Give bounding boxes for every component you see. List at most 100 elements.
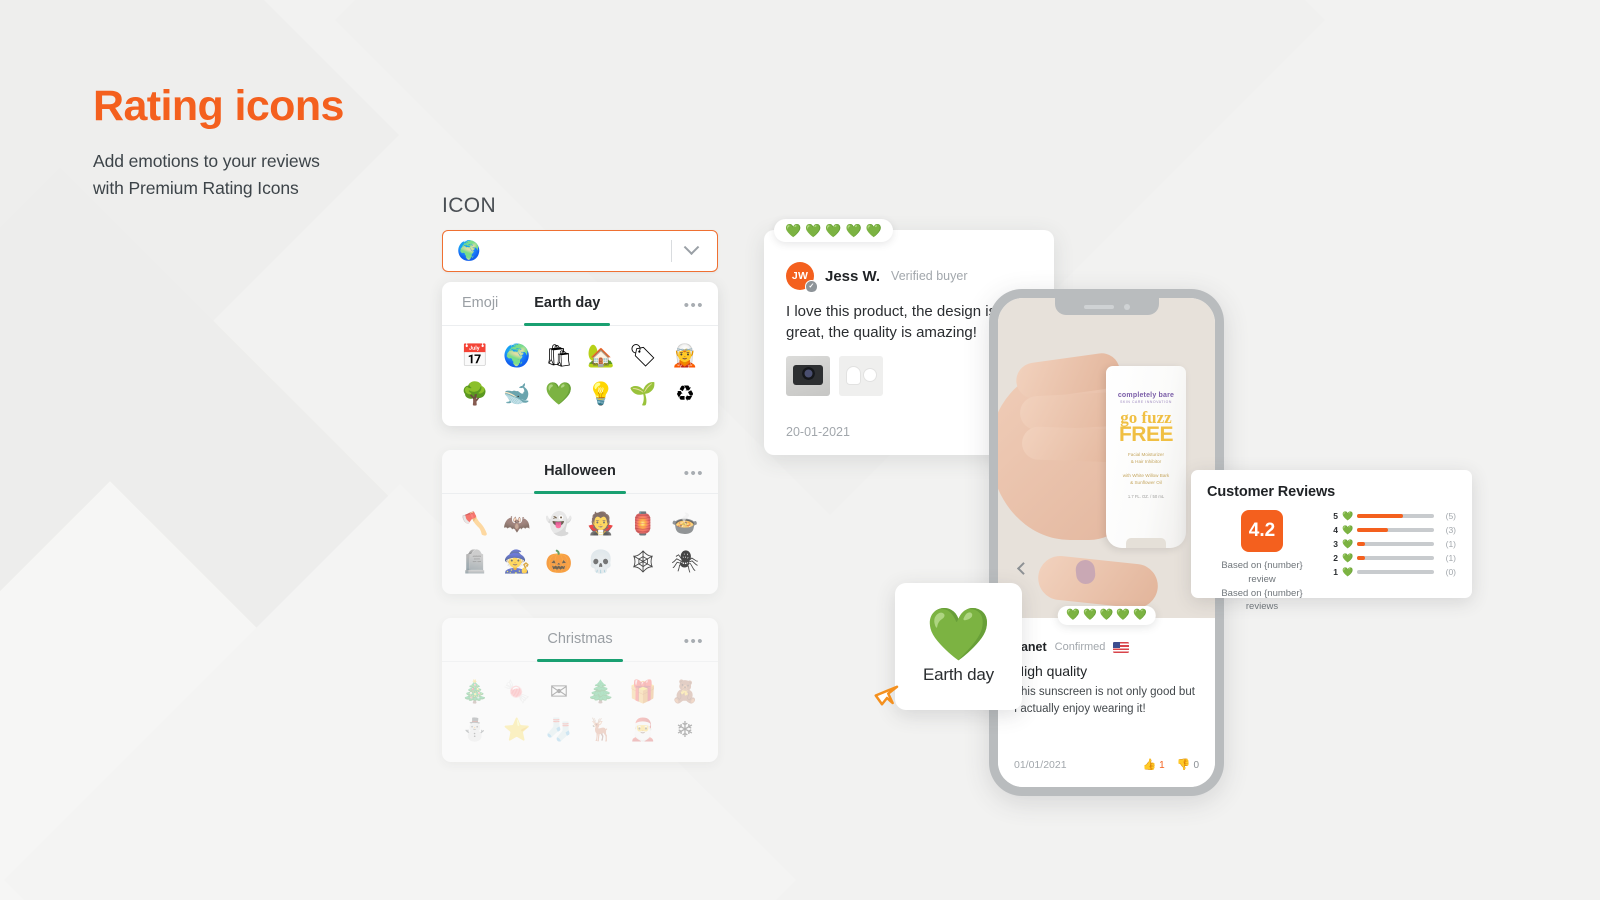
- like-count: 1: [1159, 759, 1165, 771]
- overflow-dots-icon[interactable]: •••: [684, 298, 704, 313]
- verified-shield-icon: ✓: [805, 280, 818, 293]
- customer-reviews-body: 4.2 Based on {number} review Based on {n…: [1207, 510, 1456, 614]
- earth-calendar-icon[interactable]: 📅: [454, 340, 496, 372]
- product-desc-line3: with White Willow Bark: [1122, 472, 1170, 478]
- tab-halloween[interactable]: Halloween: [526, 450, 634, 494]
- spider-icon[interactable]: 🕷: [664, 546, 706, 578]
- witch-hat-icon[interactable]: 🧙: [496, 546, 538, 578]
- rating-count: (3): [1445, 525, 1456, 535]
- gingerbread-man-icon[interactable]: 🧸: [664, 676, 706, 708]
- rating-row-2[interactable]: 2 💚 (1): [1331, 553, 1456, 563]
- pumpkin-icon[interactable]: 🎃: [538, 546, 580, 578]
- rating-icon-1[interactable]: 💚: [785, 224, 801, 237]
- phone-review-text: This sunscreen is not only good but I ac…: [1014, 686, 1195, 715]
- chevron-down-icon[interactable]: [683, 238, 700, 255]
- rating-icon-2[interactable]: 💚: [805, 224, 821, 237]
- rating-icon-3[interactable]: 💚: [825, 224, 841, 237]
- background-shape-b: [0, 167, 513, 900]
- christmas-envelope-icon[interactable]: ✉: [538, 676, 580, 708]
- nature-woman-icon[interactable]: 🧝: [664, 340, 706, 372]
- rating-bar-track: [1357, 542, 1434, 546]
- santa-icon[interactable]: 🎅: [622, 714, 664, 746]
- recycle-icon[interactable]: ♻: [664, 378, 706, 410]
- dislike-button[interactable]: 👎 0: [1177, 759, 1199, 771]
- overflow-dots-icon[interactable]: •••: [684, 466, 704, 481]
- hands-holding-earth-icon[interactable]: 🌍: [496, 340, 538, 372]
- rating-row-1[interactable]: 1 💚 (0): [1331, 567, 1456, 577]
- rating-icon-1[interactable]: 💚: [1066, 610, 1080, 621]
- verified-buyer-label: Verified buyer: [891, 269, 968, 283]
- ghost-icon[interactable]: 👻: [538, 508, 580, 540]
- snowman-icon[interactable]: ⛄: [454, 714, 496, 746]
- eco-tag-icon[interactable]: 🏷: [622, 340, 664, 372]
- page-title: Rating icons: [93, 82, 344, 130]
- christmas-tree-icon[interactable]: 🌲: [580, 676, 622, 708]
- icon-panel-earth-day[interactable]: Emoji Earth day ••• 📅 🌍 🛍 🏡 🏷 🧝 🌳 🐋 💚 💡 …: [442, 282, 718, 426]
- rating-icon-2[interactable]: 💚: [1083, 610, 1097, 621]
- front-camera-icon: [1123, 303, 1130, 310]
- tombstone-icon[interactable]: 🪦: [454, 546, 496, 578]
- snowflake-icon[interactable]: ❄: [664, 714, 706, 746]
- tab-emoji[interactable]: Emoji: [444, 282, 516, 325]
- lantern-icon[interactable]: 🏮: [622, 508, 664, 540]
- overflow-dots-icon[interactable]: •••: [684, 634, 704, 649]
- customer-reviews-title: Customer Reviews: [1207, 484, 1336, 500]
- rating-bar-fill: [1357, 542, 1365, 546]
- tab-christmas[interactable]: Christmas: [529, 618, 630, 662]
- chevron-left-icon[interactable]: [1008, 556, 1032, 580]
- eco-bag-icon[interactable]: 🛍: [538, 340, 580, 372]
- average-score-badge: 4.2: [1241, 510, 1283, 552]
- rating-icon-5[interactable]: 💚: [1133, 610, 1147, 621]
- rating-count: (0): [1445, 567, 1456, 577]
- eco-bulb-icon[interactable]: 💡: [580, 378, 622, 410]
- trees-icon[interactable]: 🌳: [454, 378, 496, 410]
- rating-count: (1): [1445, 539, 1456, 549]
- screenshot-canvas: Rating icons Add emotions to your review…: [0, 0, 1600, 900]
- earth-day-tooltip[interactable]: 💚 Earth day: [895, 583, 1022, 710]
- icon-select-field[interactable]: 🌍: [442, 230, 718, 272]
- icon-grid-halloween: 🪓 🦇 👻 🧛 🏮 🍲 🪦 🧙 🎃 💀 🕸 🕷: [442, 494, 718, 594]
- rating-bar-fill: [1357, 528, 1388, 532]
- star-icon[interactable]: ⭐: [496, 714, 538, 746]
- tab-earth-day[interactable]: Earth day: [516, 282, 618, 326]
- icon-panel-halloween[interactable]: Halloween ••• 🪓 🦇 👻 🧛 🏮 🍲 🪦 🧙 🎃 💀 🕸 🕷: [442, 450, 718, 594]
- vampire-teeth-icon[interactable]: 🧛: [580, 508, 622, 540]
- rating-icon-3[interactable]: 💚: [1100, 610, 1114, 621]
- wreath-icon[interactable]: 🎁: [622, 676, 664, 708]
- earbuds-thumbnail[interactable]: [839, 356, 883, 397]
- product-name-line2: FREE: [1118, 423, 1174, 447]
- stocking-icon[interactable]: 🧦: [538, 714, 580, 746]
- rating-level: 2: [1333, 553, 1338, 563]
- product-brand-sub: SKIN CARE INNOVATION: [1120, 400, 1172, 404]
- earth-heart-icon[interactable]: 💚: [538, 378, 580, 410]
- skull-icon[interactable]: 💀: [580, 546, 622, 578]
- earth-day-label: Earth day: [923, 664, 994, 684]
- icon-panel-christmas[interactable]: Christmas ••• 🎄 🍬 ✉ 🌲 🎁 🧸 ⛄ ⭐ 🧦 🦌 🎅 ❄: [442, 618, 718, 762]
- selected-icon: 🌍: [457, 241, 481, 262]
- spiderweb-icon[interactable]: 🕸: [622, 546, 664, 578]
- rating-icon-5[interactable]: 💚: [866, 224, 882, 237]
- rating-row-4[interactable]: 4 💚 (3): [1331, 525, 1456, 535]
- rating-icon-4[interactable]: 💚: [1116, 610, 1130, 621]
- icon-panel-tabs: Emoji Earth day •••: [442, 282, 718, 326]
- cauldron-icon[interactable]: 🍲: [664, 508, 706, 540]
- like-button[interactable]: 👍 1: [1142, 759, 1165, 771]
- phone-review-footer: 01/01/2021 👍 1 👎 0: [1014, 759, 1199, 771]
- candy-cane-icon[interactable]: 🍬: [496, 676, 538, 708]
- icon-grid-earth-day: 📅 🌍 🛍 🏡 🏷 🧝 🌳 🐋 💚 💡 🌱 ♻: [442, 326, 718, 426]
- whale-icon[interactable]: 🐋: [496, 378, 538, 410]
- green-house-icon[interactable]: 🏡: [580, 340, 622, 372]
- product-brand: completely bare: [1117, 392, 1175, 399]
- rating-bar-track: [1357, 570, 1434, 574]
- rating-row-3[interactable]: 3 💚 (1): [1331, 539, 1456, 549]
- polaroid-camera-thumbnail[interactable]: [786, 356, 830, 397]
- reindeer-icon[interactable]: 🦌: [580, 714, 622, 746]
- bauble-icon[interactable]: 🎄: [454, 676, 496, 708]
- earth-sprout-icon[interactable]: 🌱: [622, 378, 664, 410]
- rating-row-5[interactable]: 5 💚 (5): [1331, 511, 1456, 521]
- vote-controls: 👍 1 👎 0: [1142, 759, 1199, 771]
- bloody-axe-icon[interactable]: 🪓: [454, 508, 496, 540]
- rating-icon-4[interactable]: 💚: [846, 224, 862, 237]
- bat-icon[interactable]: 🦇: [496, 508, 538, 540]
- product-desc-line2: & Hair Inhibitor: [1130, 458, 1162, 464]
